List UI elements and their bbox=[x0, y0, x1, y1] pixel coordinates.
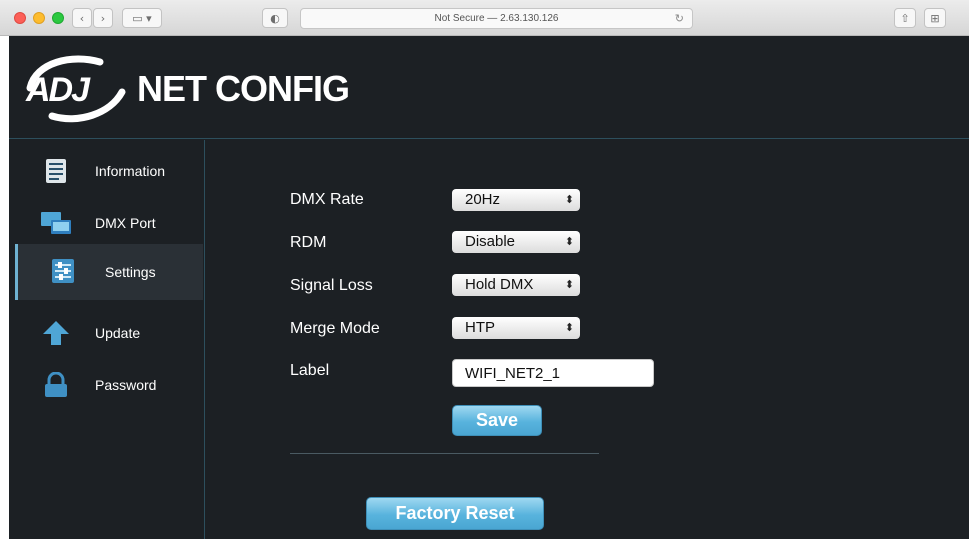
up-down-arrows-icon: ⬍ bbox=[564, 235, 574, 248]
app-header: ADJ NET CONFIG bbox=[9, 36, 969, 139]
sidebar-item-update[interactable]: Update bbox=[15, 308, 203, 360]
device-label-input[interactable] bbox=[452, 359, 654, 387]
divider bbox=[290, 453, 599, 454]
merge-mode-select[interactable]: HTP ⬍ bbox=[452, 317, 580, 339]
sidebar-item-label: Information bbox=[95, 163, 166, 179]
sidebar-icon: ▭ ▾ bbox=[132, 11, 152, 25]
sidebar-toggle-button[interactable]: ▭ ▾ bbox=[122, 8, 162, 28]
up-down-arrows-icon: ⬍ bbox=[564, 278, 574, 291]
reload-icon[interactable]: ↻ bbox=[675, 12, 684, 25]
forward-button[interactable]: › bbox=[93, 8, 113, 28]
merge-mode-value: HTP bbox=[465, 319, 495, 336]
adj-logo: ADJ bbox=[25, 55, 126, 123]
minimize-window-button[interactable] bbox=[33, 12, 45, 24]
dmx-rate-value: 20Hz bbox=[465, 191, 501, 208]
chevron-right-icon: › bbox=[100, 11, 106, 25]
save-button[interactable]: Save bbox=[452, 405, 542, 436]
logo-text: ADJ bbox=[25, 71, 91, 109]
address-text: Not Secure — 2.63.130.126 bbox=[434, 13, 559, 24]
address-bar[interactable]: Not Secure — 2.63.130.126 ↻ bbox=[300, 8, 693, 29]
shield-icon: ◐ bbox=[270, 11, 280, 25]
sidebar-item-label: Settings bbox=[105, 264, 156, 280]
dmx-rate-label: DMX Rate bbox=[290, 191, 364, 208]
factory-reset-button[interactable]: Factory Reset bbox=[366, 497, 544, 530]
sidebar-item-information[interactable]: Information bbox=[15, 146, 203, 198]
privacy-button[interactable]: ◐ bbox=[262, 8, 288, 28]
dmx-rate-select[interactable]: 20Hz ⬍ bbox=[452, 189, 580, 211]
lock-icon bbox=[45, 372, 67, 397]
rdm-label: RDM bbox=[290, 234, 327, 251]
zoom-window-button[interactable] bbox=[52, 12, 64, 24]
up-down-arrows-icon: ⬍ bbox=[564, 193, 574, 206]
document-icon bbox=[46, 159, 66, 183]
sidebar: Information DMX Port Settings Update Pas… bbox=[9, 140, 205, 539]
app-window: ADJ NET CONFIG Information DMX Port Sett… bbox=[9, 36, 969, 539]
merge-mode-label: Merge Mode bbox=[290, 320, 380, 337]
grid-icon: ⊞ bbox=[930, 11, 940, 25]
share-icon: ⇧ bbox=[900, 11, 910, 25]
monitor-icon bbox=[41, 212, 71, 234]
up-arrow-icon bbox=[43, 321, 69, 345]
sidebar-item-dmx-port[interactable]: DMX Port bbox=[15, 198, 203, 250]
sidebar-item-label: Update bbox=[95, 325, 141, 341]
up-down-arrows-icon: ⬍ bbox=[564, 321, 574, 334]
signal-loss-value: Hold DMX bbox=[465, 276, 534, 293]
sidebar-item-password[interactable]: Password bbox=[15, 360, 203, 412]
rdm-select[interactable]: Disable ⬍ bbox=[452, 231, 580, 253]
browser-toolbar: ‹ › ▭ ▾ ◐ Not Secure — 2.63.130.126 ↻ ⇧ … bbox=[0, 0, 969, 36]
back-button[interactable]: ‹ bbox=[72, 8, 92, 28]
sidebar-item-label: DMX Port bbox=[95, 215, 156, 231]
signal-loss-label: Signal Loss bbox=[290, 277, 373, 294]
chevron-left-icon: ‹ bbox=[79, 11, 85, 25]
share-button[interactable]: ⇧ bbox=[894, 8, 916, 28]
settings-icon bbox=[52, 259, 74, 283]
rdm-value: Disable bbox=[465, 233, 516, 250]
settings-panel: DMX Rate 20Hz ⬍ RDM Disable ⬍ Signal Los… bbox=[206, 140, 969, 539]
device-label-label: Label bbox=[290, 362, 330, 379]
tabs-overview-button[interactable]: ⊞ bbox=[924, 8, 946, 28]
page-title: NET CONFIG bbox=[137, 68, 350, 109]
sidebar-item-label: Password bbox=[95, 377, 157, 393]
signal-loss-select[interactable]: Hold DMX ⬍ bbox=[452, 274, 580, 296]
close-window-button[interactable] bbox=[14, 12, 26, 24]
sidebar-item-settings[interactable]: Settings bbox=[15, 244, 203, 300]
